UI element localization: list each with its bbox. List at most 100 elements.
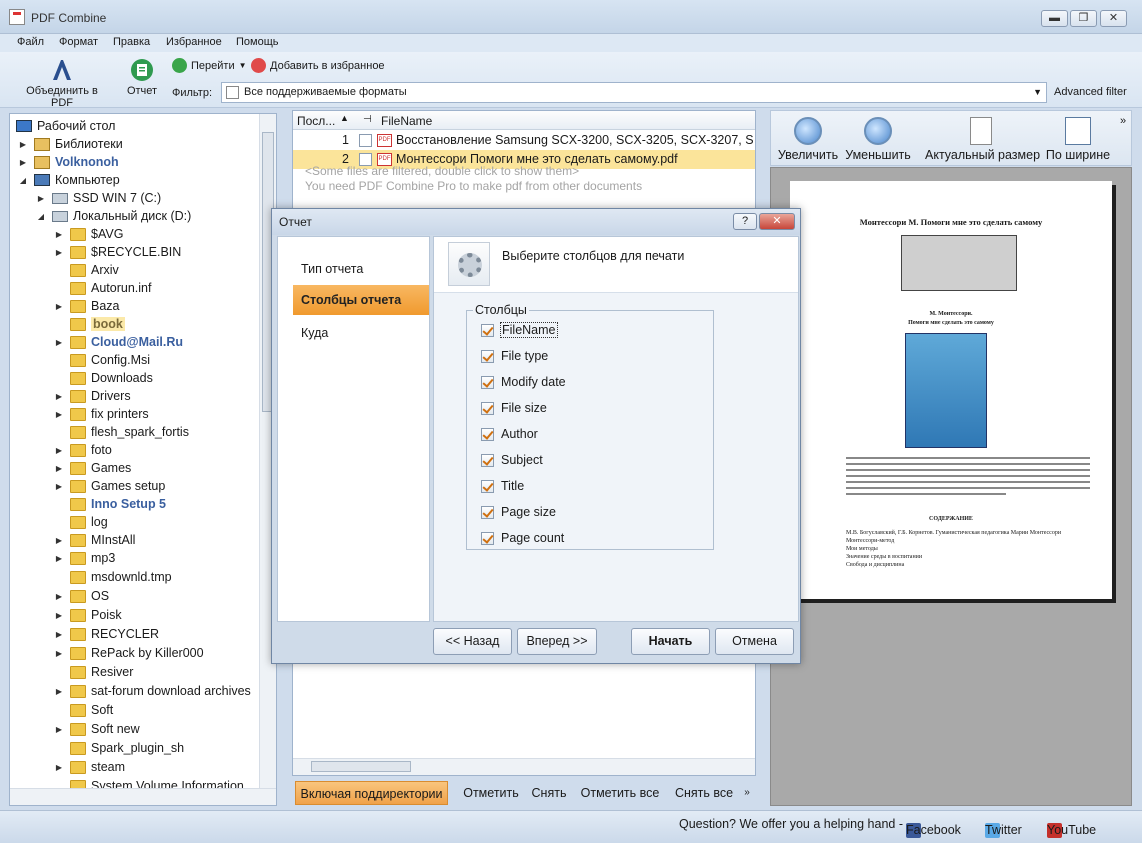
expand-icon[interactable]: ▶ [54,410,64,419]
cancel-button[interactable]: Отмена [715,628,794,655]
tree-item[interactable]: Resiver [54,663,133,681]
next-button[interactable]: Вперед >> [517,628,597,655]
goto-button[interactable]: Перейти ▼ [172,58,247,73]
expand-icon[interactable]: ▶ [54,536,64,545]
tree-item[interactable]: Soft [54,701,113,719]
checkbox[interactable] [481,323,494,337]
tree-item[interactable]: msdownld.tmp [54,568,172,586]
checkbox[interactable] [481,349,494,363]
checkbox[interactable] [481,401,494,415]
fit-width-button[interactable]: По ширине [1045,117,1111,162]
mark-button[interactable]: Отметить [458,781,524,805]
tree-item[interactable]: ▶ fix printers [54,405,149,423]
combine-pdf-button[interactable]: Объединить в PDF [14,58,110,109]
menu-help[interactable]: Помощь [236,36,279,48]
expand-icon[interactable]: ▶ [54,554,64,563]
checkbox[interactable] [481,531,494,545]
actual-size-button[interactable]: Актуальный размер [925,117,1040,162]
unmark-all-button[interactable]: Снять все [672,781,736,805]
expand-icon[interactable]: ▶ [54,763,64,772]
menu-edit[interactable]: Правка [113,36,150,48]
tree-item[interactable]: ◢ Компьютер [18,171,120,189]
tree-item[interactable]: Spark_plugin_sh [54,739,184,757]
expand-icon[interactable]: ▶ [36,194,46,203]
mark-all-button[interactable]: Отметить все [578,781,662,805]
tree-item-selected[interactable]: book [54,315,125,333]
file-row-checkbox[interactable] [359,134,372,147]
zoom-out-button[interactable]: Уменьшить [845,117,911,162]
tree-item[interactable]: ▶ Drivers [54,387,131,405]
column-checkbox-filename[interactable]: FileName [481,321,558,339]
column-checkbox-page-size[interactable]: Page size [481,503,556,521]
column-checkbox-modify-date[interactable]: Modify date [481,373,566,391]
unmark-button[interactable]: Снять [528,781,570,805]
menu-format[interactable]: Формат [59,36,98,48]
dialog-help-button[interactable]: ? [733,213,757,230]
tree-item[interactable]: ▶ $AVG [54,225,124,243]
column-order-header[interactable]: Посл... [297,114,335,128]
tree-item[interactable]: ▶ mp3 [54,549,115,567]
expand-icon[interactable]: ▶ [54,630,64,639]
step-report-type[interactable]: Тип отчета [278,254,430,284]
tree-item[interactable]: flesh_spark_fortis [54,423,189,441]
expand-icon[interactable]: ▶ [54,649,64,658]
minimize-button[interactable]: ▬ [1041,10,1068,27]
collapse-icon[interactable]: ◢ [36,212,46,221]
tree-item[interactable]: ▶ Cloud@Mail.Ru [54,333,183,351]
dialog-close-button[interactable]: ✕ [759,213,795,230]
tree-item[interactable]: ▶ $RECYCLE.BIN [54,243,181,261]
tree-item[interactable]: ▶ RePack by Killer000 [54,644,204,662]
expand-icon[interactable]: ▶ [54,338,64,347]
tree-item[interactable]: ▶ sat-forum download archives [54,682,251,700]
step-destination[interactable]: Куда [278,318,430,348]
expand-icon[interactable]: ▶ [54,248,64,257]
column-checkbox-file-type[interactable]: File type [481,347,548,365]
checkbox[interactable] [481,427,494,441]
more-chevron-icon[interactable]: » [1120,115,1126,127]
tree-item[interactable]: Arxiv [54,261,119,279]
restore-button[interactable]: ❐ [1070,10,1097,27]
include-subdirs-toggle[interactable]: Включая поддиректории [295,781,448,805]
back-button[interactable]: << Назад [433,628,512,655]
checkbox[interactable] [481,505,494,519]
collapse-icon[interactable]: ◢ [18,176,28,185]
tree-item[interactable]: Inno Setup 5 [54,495,166,513]
tree-item[interactable]: ▶ Библиотеки [18,135,123,153]
tree-item[interactable]: ▶ OS [54,587,109,605]
tree-item[interactable]: Downloads [54,369,153,387]
file-row[interactable]: 1 PDF Восстановление Samsung SCX-3200, S… [293,131,755,150]
filtered-files-note[interactable]: <Some files are filtered, double click t… [305,164,579,178]
zoom-in-button[interactable]: Увеличить [777,117,839,162]
tree-item[interactable]: log [54,513,108,531]
add-favorite-button[interactable]: Добавить в избранное [251,58,385,73]
file-list-horizontal-scrollbar[interactable] [293,758,755,775]
expand-icon[interactable]: ▶ [54,725,64,734]
tree-horizontal-scrollbar[interactable] [10,788,276,805]
expand-icon[interactable]: ▶ [54,482,64,491]
tree-item[interactable]: Config.Msi [54,351,150,369]
checkbox[interactable] [481,375,494,389]
report-button[interactable]: Отчет [122,58,162,97]
column-checkbox-file-size[interactable]: File size [481,399,547,417]
preview-area[interactable]: Монтессори М. Помоги мне это сделать сам… [770,167,1132,806]
column-checkbox-title[interactable]: Title [481,477,524,495]
tree-item[interactable]: ▶ MInstAll [54,531,136,549]
expand-icon[interactable]: ▶ [54,302,64,311]
expand-icon[interactable]: ▶ [18,140,28,149]
more-chevron-icon[interactable]: » [741,781,753,805]
menu-file[interactable]: Файл [17,36,44,48]
checkbox[interactable] [481,453,494,467]
column-checkbox-subject[interactable]: Subject [481,451,543,469]
start-button[interactable]: Начать [631,628,710,655]
column-checkbox-page-count[interactable]: Page count [481,529,564,547]
tree-item[interactable]: ▶ Baza [54,297,120,315]
expand-icon[interactable]: ▶ [54,592,64,601]
tree-item[interactable]: ▶ RECYCLER [54,625,159,643]
step-report-columns[interactable]: Столбцы отчета [293,285,429,315]
advanced-filter-link[interactable]: Advanced filter [1054,86,1127,98]
close-button[interactable]: ✕ [1100,10,1127,27]
expand-icon[interactable]: ▶ [18,158,28,167]
tree-item[interactable]: ▶ steam [54,758,125,776]
expand-icon[interactable]: ▶ [54,392,64,401]
tree-item[interactable]: ▶ Games [54,459,131,477]
